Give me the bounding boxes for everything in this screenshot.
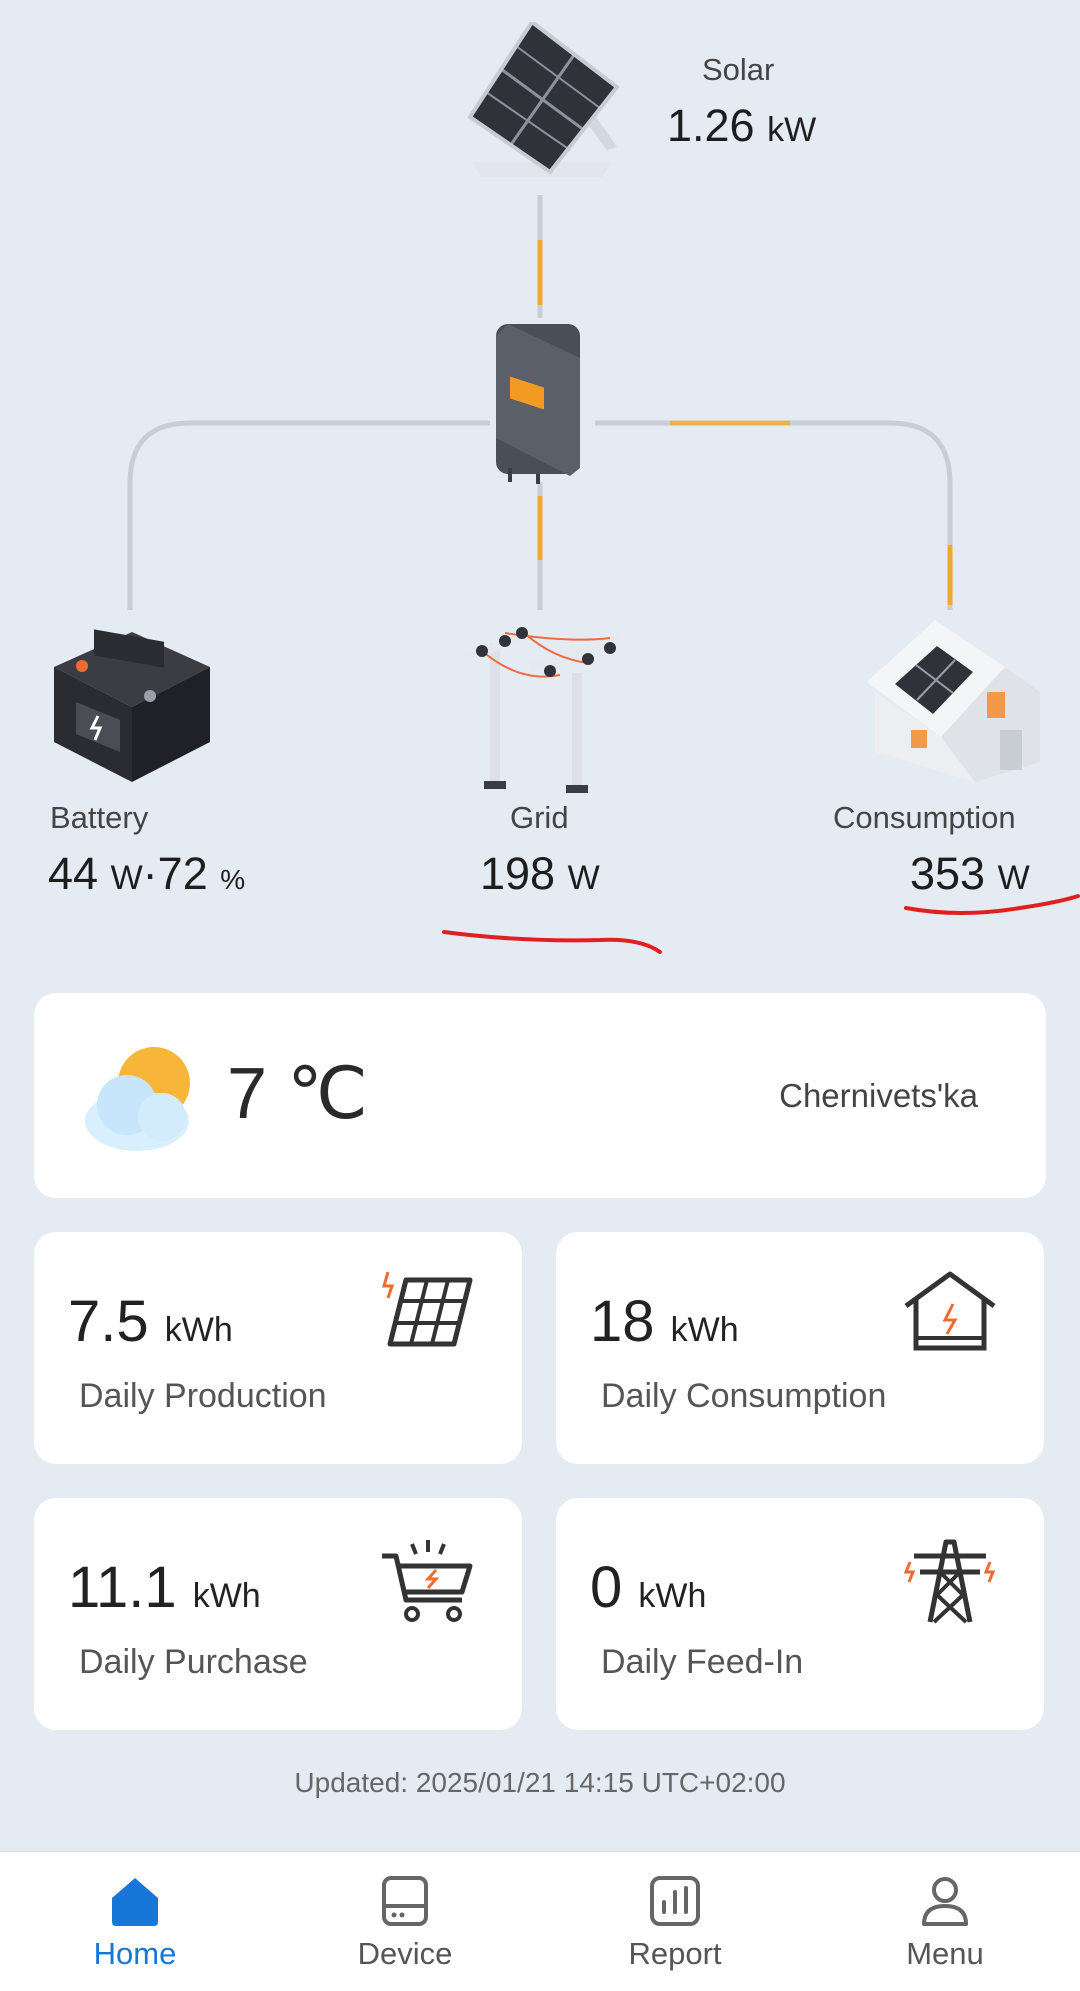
tab-report-label: Report [628,1936,722,1971]
inverter-illustration [496,324,580,484]
daily-feed-in-card[interactable]: 0 kWh Daily Feed-In [556,1498,1044,1730]
power-tower-icon [903,1539,996,1624]
grid-label: Grid [510,800,569,835]
solar-power: 1.26 [667,100,755,151]
daily-feed-in-value: 0 kWh [590,1555,707,1620]
weather-card[interactable]: 7 ℃ Chernivets'ka [34,993,1046,1198]
cart-icon [382,1540,473,1622]
tab-device[interactable]: Device [270,1852,540,1991]
weather-temperature: 7 ℃ [227,1054,368,1134]
daily-production-label: Daily Production [79,1377,327,1415]
battery-illustration [54,629,210,782]
report-icon [650,1876,700,1926]
tab-device-label: Device [357,1936,453,1971]
device-icon [382,1876,428,1926]
weather-location: Chernivets'ka [779,1077,978,1114]
tab-report[interactable]: Report [540,1852,810,1991]
battery-label: Battery [50,800,149,835]
solar-unit: kW [767,111,817,149]
daily-consumption-label: Daily Consumption [601,1377,887,1415]
house-illustration [867,620,1040,782]
daily-consumption-card[interactable]: 18 kWh Daily Consumption [556,1232,1044,1464]
user-icon [922,1877,968,1926]
daily-production-value: 7.5 kWh [68,1289,233,1354]
red-annotation-underlines [442,894,1080,954]
house-icon [904,1271,996,1351]
daily-purchase-label: Daily Purchase [79,1643,308,1681]
solar-panel-icon [382,1271,473,1347]
solar-label: Solar [702,52,775,87]
daily-consumption-value: 18 kWh [590,1289,739,1354]
tab-home-label: Home [93,1936,177,1971]
last-updated-text: Updated: 2025/01/21 14:15 UTC+02:00 [294,1767,786,1798]
home-icon [112,1878,158,1926]
tab-home[interactable]: Home [0,1852,270,1991]
daily-production-card[interactable]: 7.5 kWh Daily Production [34,1232,522,1464]
tab-menu-label: Menu [906,1936,984,1971]
bottom-tab-bar: Home Device Report Menu [0,1851,1080,1991]
energy-flow-diagram: Solar 1.26 kW Battery 44 W·72 % Grid 198… [0,0,1080,980]
tab-menu[interactable]: Menu [810,1852,1080,1991]
consumption-label: Consumption [833,800,1016,835]
daily-purchase-value: 11.1 kWh [68,1555,261,1620]
solar-value: 1.26 kW [667,100,816,152]
solar-panel-illustration [467,22,620,177]
partly-cloudy-icon [85,1047,190,1151]
grid-pylon-illustration [465,627,620,793]
daily-feed-in-label: Daily Feed-In [601,1643,804,1681]
daily-purchase-card[interactable]: 11.1 kWh Daily Purchase [34,1498,522,1730]
